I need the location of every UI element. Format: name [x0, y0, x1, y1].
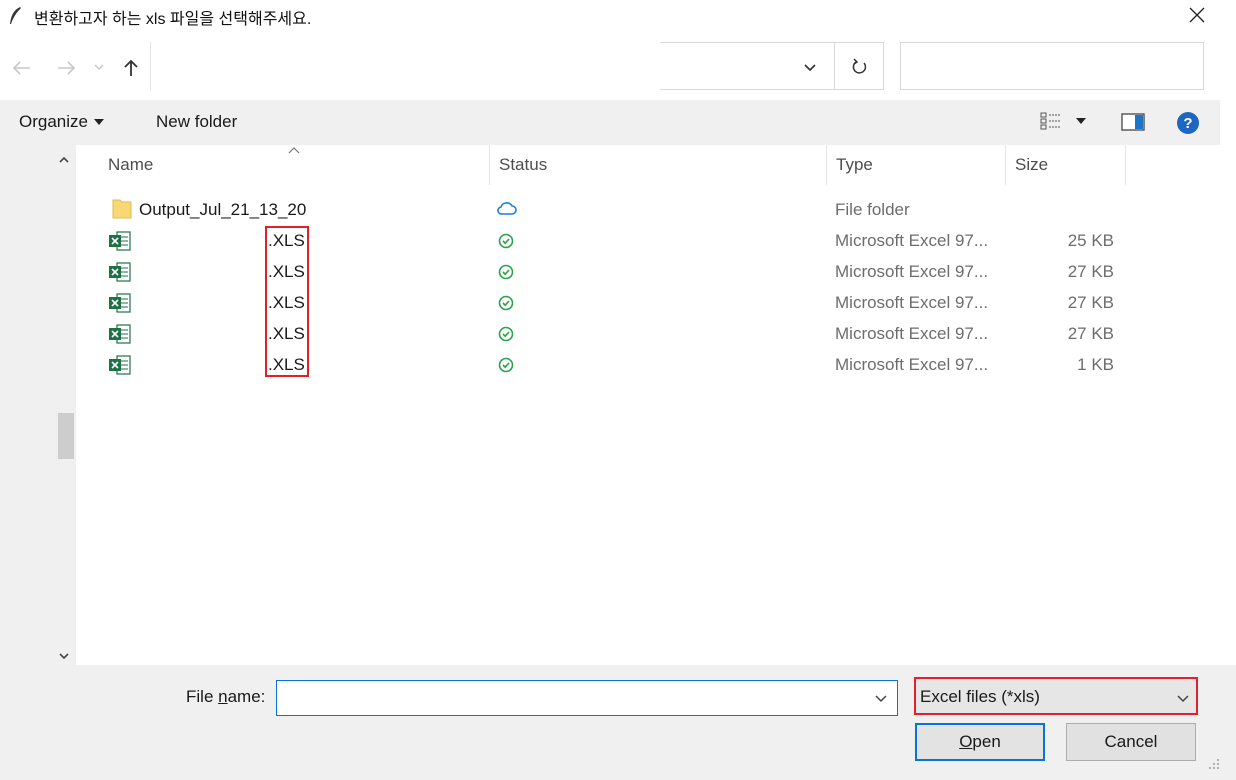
- file-name-label: File name:: [186, 687, 266, 706]
- change-view-button[interactable]: [1040, 112, 1086, 130]
- chevron-down-icon: [1177, 695, 1189, 703]
- organize-menu[interactable]: Organize: [19, 112, 104, 132]
- synced-check-icon: [498, 357, 514, 373]
- file-size: 27 KB: [1067, 293, 1114, 312]
- forward-button[interactable]: [52, 56, 80, 80]
- scrollbar-thumb[interactable]: [58, 413, 74, 459]
- help-icon: ?: [1177, 112, 1199, 134]
- arrow-left-icon: [13, 61, 30, 75]
- column-header-size[interactable]: Size: [1015, 145, 1048, 185]
- file-size: 1 KB: [1077, 355, 1114, 374]
- caret-down-icon: [93, 119, 104, 125]
- chevron-down-icon: [804, 64, 816, 72]
- arrow-right-icon: [58, 61, 75, 75]
- file-size: 27 KB: [1067, 324, 1114, 343]
- navigation-pane[interactable]: [0, 145, 76, 665]
- file-type: Microsoft Excel 97...: [835, 355, 989, 374]
- synced-check-icon: [498, 326, 514, 342]
- filter-dropdown-button[interactable]: [1176, 690, 1190, 708]
- file-type: File folder: [835, 200, 910, 219]
- column-header-name[interactable]: Name: [108, 145, 153, 185]
- open-button[interactable]: Open: [915, 723, 1045, 761]
- resize-grip-icon[interactable]: [1208, 758, 1220, 770]
- file-type-filter-value: Excel files (*xls): [920, 687, 1040, 706]
- sort-ascending-icon: [288, 147, 300, 154]
- svg-text:?: ?: [1183, 115, 1192, 132]
- close-icon: [1189, 7, 1205, 23]
- file-name: Output_Jul_21_13_20: [139, 200, 307, 219]
- chevron-up-icon: [59, 156, 69, 163]
- close-button[interactable]: [1176, 0, 1218, 30]
- preview-pane-button[interactable]: [1121, 113, 1145, 136]
- file-size: 27 KB: [1067, 262, 1114, 281]
- synced-check-icon: [498, 233, 514, 249]
- folder-icon: [112, 199, 132, 219]
- file-type: Microsoft Excel 97...: [835, 293, 989, 312]
- column-divider[interactable]: [1005, 145, 1006, 185]
- new-folder-button[interactable]: New folder: [156, 112, 237, 132]
- chevron-down-icon: [875, 695, 887, 703]
- column-divider[interactable]: [826, 145, 827, 185]
- refresh-button[interactable]: [834, 42, 884, 90]
- file-name-input[interactable]: [276, 680, 898, 716]
- file-type: Microsoft Excel 97...: [835, 231, 989, 250]
- chevron-down-icon: [59, 653, 69, 660]
- address-bar[interactable]: [150, 42, 661, 90]
- scroll-down-button[interactable]: [58, 648, 70, 666]
- cloud-icon: [497, 202, 517, 215]
- chevron-down-icon: [94, 64, 104, 70]
- address-dropdown-button[interactable]: [798, 58, 822, 78]
- excel-file-icon: [109, 293, 131, 313]
- window-title: 변환하고자 하는 xls 파일을 선택해주세요.: [34, 11, 312, 28]
- help-button[interactable]: ?: [1176, 111, 1200, 140]
- search-input[interactable]: [900, 42, 1204, 90]
- column-divider[interactable]: [1125, 145, 1126, 185]
- cancel-button[interactable]: Cancel: [1066, 723, 1196, 761]
- excel-file-icon: [109, 324, 131, 344]
- caret-down-icon: [1076, 118, 1086, 124]
- refresh-icon: [852, 58, 866, 74]
- file-name-dropdown-button[interactable]: [874, 690, 888, 708]
- file-type: Microsoft Excel 97...: [835, 262, 989, 281]
- file-size: 25 KB: [1067, 231, 1114, 250]
- excel-file-icon: [109, 355, 131, 375]
- recent-locations-button[interactable]: [92, 60, 106, 74]
- column-header-type[interactable]: Type: [836, 145, 873, 185]
- scroll-up-button[interactable]: [58, 152, 70, 170]
- organize-label: Organize: [19, 112, 88, 131]
- view-list-icon: [1040, 112, 1061, 130]
- excel-file-icon: [109, 231, 131, 251]
- feather-icon: [10, 7, 21, 24]
- column-header-status[interactable]: Status: [499, 145, 547, 185]
- synced-check-icon: [498, 264, 514, 280]
- up-button[interactable]: [118, 55, 144, 81]
- column-divider[interactable]: [489, 145, 490, 185]
- synced-check-icon: [498, 295, 514, 311]
- excel-file-icon: [109, 262, 131, 282]
- back-button[interactable]: [8, 56, 36, 80]
- file-type: Microsoft Excel 97...: [835, 324, 989, 343]
- highlight-box: [265, 226, 309, 377]
- arrow-up-icon: [124, 59, 138, 76]
- preview-pane-icon: [1121, 113, 1145, 131]
